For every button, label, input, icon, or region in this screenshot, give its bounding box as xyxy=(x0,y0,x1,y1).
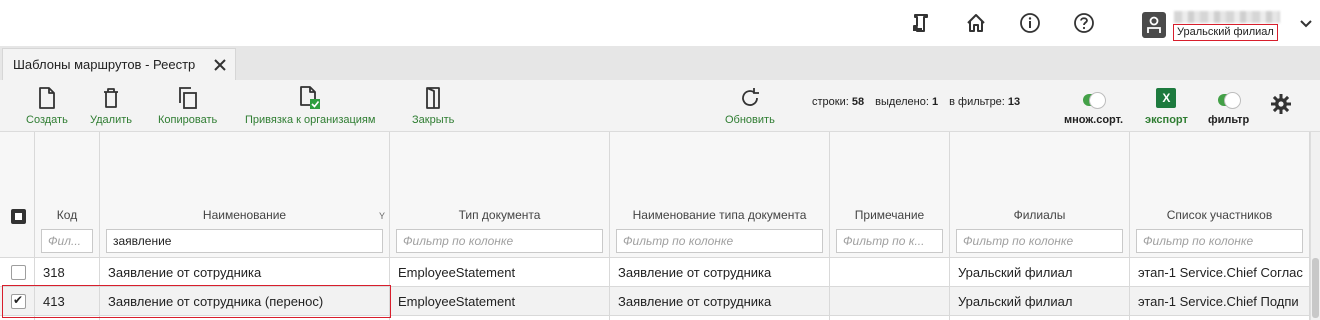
toggle-switch[interactable] xyxy=(1217,90,1241,110)
column-doc-type: Тип документа EmployeeStatement Employee… xyxy=(390,132,610,320)
filter-input-doc-type-name[interactable] xyxy=(616,229,823,253)
table-cell[interactable]: EmployeeStatement xyxy=(390,287,609,316)
filter-input-note[interactable] xyxy=(836,229,943,253)
row-checkbox[interactable] xyxy=(11,265,26,280)
copy-button[interactable]: Копировать xyxy=(158,86,217,126)
scrollbar-thumb[interactable] xyxy=(1312,258,1319,318)
rows-count: 58 xyxy=(851,96,865,108)
filter-input-doc-type[interactable] xyxy=(396,229,603,253)
current-branch-label: Уральский филиал xyxy=(1173,24,1278,41)
trash-icon xyxy=(100,86,122,110)
excel-icon: X xyxy=(1155,88,1177,108)
table-cell[interactable]: Уральский филиал xyxy=(950,258,1129,287)
column-branches: Филиалы Уральский филиал Уральский филиа… xyxy=(950,132,1130,320)
user-name-redacted xyxy=(1174,11,1280,23)
filter-input-branches[interactable] xyxy=(956,229,1123,253)
column-header[interactable]: Список участников xyxy=(1130,208,1309,222)
filter-input-code[interactable] xyxy=(41,229,93,253)
filtered-count: 13 xyxy=(1007,96,1021,108)
column-header[interactable]: Наименование xyxy=(100,208,389,222)
selected-count: 1 xyxy=(931,96,939,108)
table-cell[interactable]: Уральский филиал xyxy=(950,287,1129,316)
table-cell[interactable]: Заявление от сотрудника xyxy=(610,287,829,316)
filter-input-participants[interactable] xyxy=(1136,229,1303,253)
table-cell[interactable] xyxy=(830,258,949,287)
column-header[interactable]: Тип документа xyxy=(390,208,609,222)
table-cell[interactable]: этап-1 Service.Chief Подпи xyxy=(1130,287,1309,316)
info-icon[interactable] xyxy=(1017,10,1043,36)
select-all-checkbox[interactable] xyxy=(11,209,26,224)
close-button[interactable]: Закрыть xyxy=(412,86,454,126)
table-cell[interactable]: EmployeeStatement xyxy=(390,258,609,287)
column-doc-type-name: Наименование типа документа Заявление от… xyxy=(610,132,830,320)
column-header[interactable]: Код xyxy=(35,208,99,222)
create-button[interactable]: Создать xyxy=(26,86,68,126)
multisort-toggle[interactable]: множ.сорт. xyxy=(1064,86,1123,126)
record-stats: строки: 58 выделено: 1 в фильтре: 13 xyxy=(812,96,1021,108)
row-checkbox[interactable] xyxy=(11,293,26,309)
settings-button[interactable] xyxy=(1270,92,1292,116)
copy-icon xyxy=(177,86,199,110)
toolbar: Создать Удалить Копировать Привязка к ор… xyxy=(0,80,1320,132)
tab-route-templates-registry[interactable]: Шаблоны маршрутов - Реестр xyxy=(2,48,236,80)
table-cell[interactable]: Заявление от сотрудника xyxy=(100,258,389,287)
registry-table: Код 318 413 Наименование Y Заявление от … xyxy=(0,132,1320,320)
table-cell[interactable]: 413 xyxy=(35,287,99,316)
new-document-icon xyxy=(36,86,58,110)
column-header[interactable]: Примечание xyxy=(830,208,949,222)
chevron-down-icon[interactable] xyxy=(1298,16,1314,32)
column-participants: Список участников этап-1 Service.Chief С… xyxy=(1130,132,1310,320)
document-check-icon xyxy=(299,86,321,110)
table-cell[interactable]: Заявление от сотрудника xyxy=(610,258,829,287)
table-cell[interactable]: Заявление от сотрудника (перенос) xyxy=(100,287,389,316)
column-note: Примечание xyxy=(830,132,950,320)
sort-indicator-icon[interactable]: Y xyxy=(379,211,385,221)
user-menu[interactable]: Уральский филиал xyxy=(1140,8,1320,42)
avatar[interactable] xyxy=(1142,12,1166,38)
toggle-switch[interactable] xyxy=(1082,90,1106,110)
monitor-icon[interactable] xyxy=(908,10,934,36)
gear-icon xyxy=(1270,92,1292,116)
column-header[interactable]: Наименование типа документа xyxy=(610,208,829,222)
refresh-button[interactable]: Обновить xyxy=(725,86,775,126)
vertical-scrollbar[interactable] xyxy=(1310,132,1320,320)
table-cell[interactable] xyxy=(830,287,949,316)
table-cell[interactable]: этап-1 Service.Chief Соглас xyxy=(1130,258,1309,287)
door-icon xyxy=(422,86,444,110)
table-cell[interactable]: 318 xyxy=(35,258,99,287)
filter-input-name[interactable] xyxy=(106,229,383,253)
top-header: Уральский филиал xyxy=(0,0,1320,46)
help-icon[interactable] xyxy=(1071,10,1097,36)
column-header[interactable]: Филиалы xyxy=(950,208,1129,222)
filter-toggle[interactable]: фильтр xyxy=(1208,86,1249,126)
close-icon[interactable] xyxy=(213,58,227,72)
delete-button[interactable]: Удалить xyxy=(90,86,132,126)
tab-label: Шаблоны маршрутов - Реестр xyxy=(13,57,196,72)
refresh-icon xyxy=(739,86,761,110)
export-button[interactable]: X экспорт xyxy=(1145,86,1188,126)
column-code: Код 318 413 xyxy=(35,132,100,320)
column-name: Наименование Y Заявление от сотрудника З… xyxy=(100,132,390,320)
column-select xyxy=(0,132,35,320)
bind-organizations-button[interactable]: Привязка к организациям xyxy=(245,86,375,126)
tab-strip: Шаблоны маршрутов - Реестр xyxy=(0,46,1320,80)
home-icon[interactable] xyxy=(963,10,989,36)
